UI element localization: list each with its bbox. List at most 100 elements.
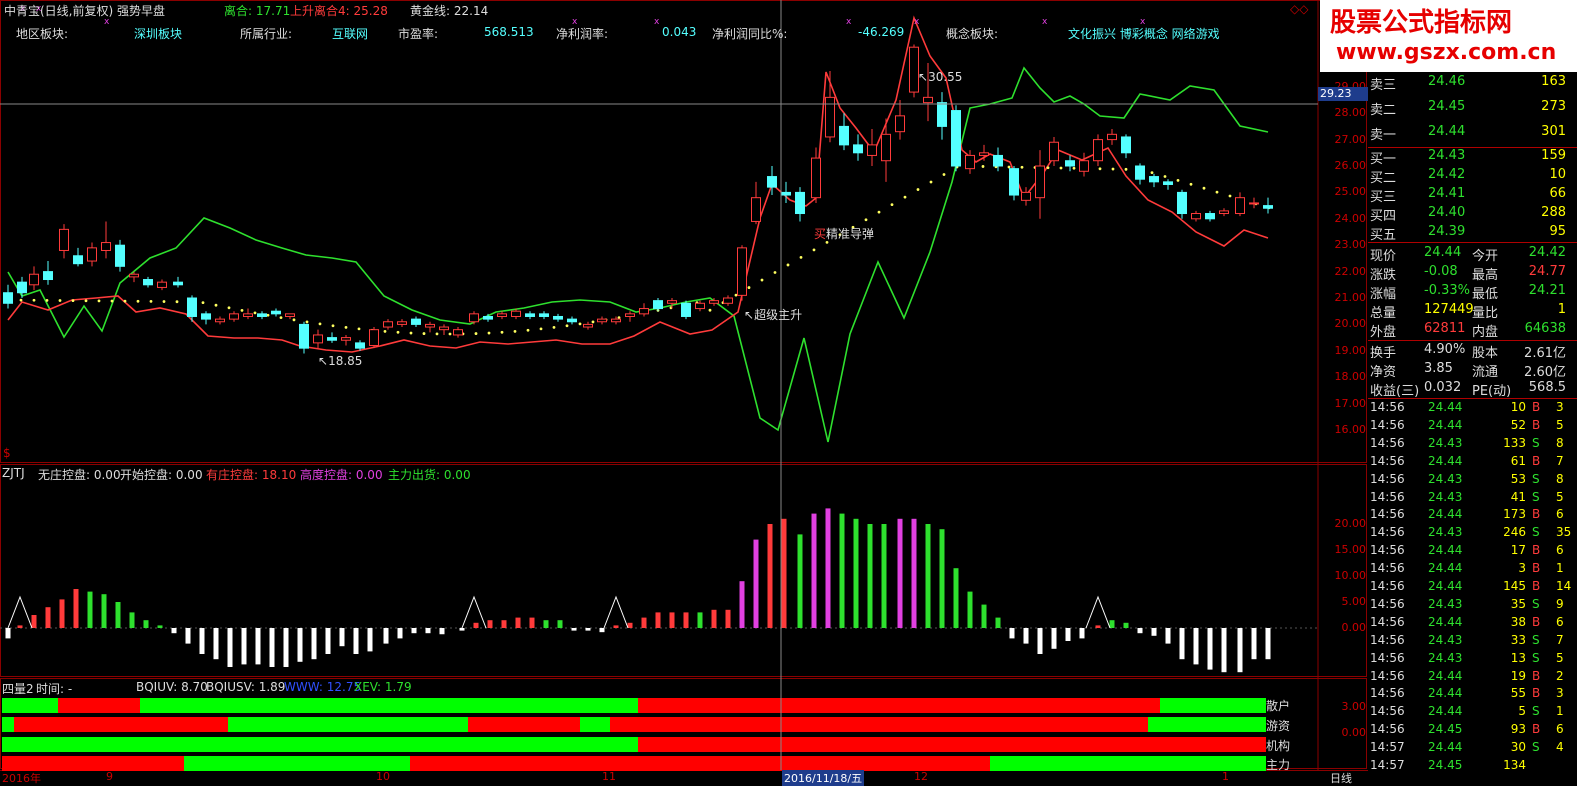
siliang-segment (638, 737, 1266, 752)
candle-body (597, 318, 607, 323)
tick-price: 24.43 (1428, 525, 1463, 540)
candle-body (625, 313, 635, 317)
row-label-sanhu: 散户 (1266, 699, 1291, 713)
ask-price: 24.44 (1428, 124, 1466, 139)
tick-price: 24.44 (1428, 453, 1463, 468)
candle-body (101, 242, 111, 251)
trend-dot (1189, 182, 1193, 186)
candle-body (993, 154, 1003, 167)
ask-row[interactable]: 卖三 24.46 163 (1368, 72, 1566, 93)
candle-body (539, 313, 549, 317)
ask-label: 卖二 (1370, 103, 1397, 118)
bid-price: 24.42 (1428, 167, 1466, 182)
zjtj-bar (641, 617, 647, 628)
candle-body (1135, 165, 1145, 180)
tick-volume: 52 (1510, 417, 1526, 432)
bid-row[interactable]: 买三 24.41 66 (1368, 184, 1566, 205)
zjtj-bar (283, 628, 289, 667)
xaxis-label-year: 2016年 (2, 772, 41, 785)
tick-count: 6 (1556, 614, 1564, 629)
zjtj-you: 有庄控盘: 18.10 (206, 468, 297, 482)
trend-dot (916, 188, 920, 191)
yaxis-tick: 19.00 (1334, 343, 1367, 357)
tick-volume: 41 (1510, 489, 1526, 504)
tick-side: S (1532, 740, 1540, 755)
zjtj-gaodu: 高度控盘: 0.00 (300, 468, 383, 482)
trend-dot (942, 173, 946, 176)
zjtj-bar (1137, 628, 1143, 634)
zjtj-bar (31, 615, 37, 628)
trend-dot (578, 322, 582, 326)
zjtj-bar (501, 620, 507, 628)
candle-body (187, 297, 197, 317)
yaxis-tick: 20.00 (1334, 517, 1367, 530)
trend-dot (136, 299, 140, 303)
stat-row: 涨跌 -0.08 最高 24.77 (1368, 262, 1566, 283)
trend-dot (799, 256, 803, 259)
candle-body (639, 308, 649, 315)
candle-body (667, 300, 677, 304)
zjtj-bar (1251, 628, 1257, 660)
zjtj-bar (1037, 628, 1043, 654)
candle-body (695, 302, 705, 310)
tick-row: 14:56 24.44 38 B 6 (1368, 614, 1577, 632)
stat-value: 4.90% (1424, 342, 1466, 357)
candle-body (425, 323, 435, 328)
tick-price: 24.43 (1428, 471, 1463, 486)
candle-body (129, 273, 139, 278)
bid-row[interactable]: 买二 24.42 10 (1368, 165, 1566, 186)
tick-volume: 134 (1503, 758, 1526, 772)
stat-value: 24.42 (1528, 245, 1566, 260)
stat-row: 涨幅 -0.33% 最低 24.21 (1368, 281, 1566, 302)
tick-row: 14:56 24.44 61 B 7 (1368, 453, 1577, 471)
trend-dot (513, 329, 517, 333)
triangle-marker (7, 595, 33, 629)
siliang-segment (228, 717, 468, 732)
trend-dot (1007, 165, 1011, 169)
candle-body (497, 313, 507, 317)
bid-row[interactable]: 买四 24.40 288 (1368, 203, 1566, 224)
candle-body (795, 191, 805, 215)
zjtj-name: ZJTJ (2, 466, 25, 480)
concept-value: 文化振兴 博彩概念 网络游戏 (1068, 27, 1220, 41)
triangle-marker (603, 595, 629, 629)
zjtj-bar (725, 609, 731, 628)
zjtj-bar (811, 513, 817, 628)
trend-dot (422, 332, 426, 335)
zjtj-bar (411, 628, 417, 634)
chart-canvas[interactable]: x xx x x x x x x (0, 0, 1368, 783)
zjtj-bar (1065, 628, 1071, 641)
ask-row[interactable]: 卖一 24.44 301 (1368, 122, 1566, 143)
npg-value: -46.269 (858, 25, 905, 39)
candle-body (1263, 205, 1273, 209)
period-button[interactable]: 日线 (1330, 770, 1352, 786)
candle-body (1107, 133, 1117, 141)
tick-time: 14:56 (1370, 722, 1405, 737)
zjtj-bar (981, 604, 987, 628)
trend-dot (331, 324, 335, 328)
window-control-icon[interactable]: ◇◇ (1290, 2, 1316, 16)
tick-side: B (1532, 722, 1541, 737)
bid-row[interactable]: 买五 24.39 95 (1368, 222, 1566, 243)
tick-volume: 3 (1518, 561, 1526, 576)
stat2-row: 换手 4.90% 股本 2.61亿 (1368, 340, 1566, 361)
yaxis-tick: 21.00 (1334, 291, 1367, 304)
candle-body (17, 281, 27, 294)
candle-body (257, 313, 267, 317)
tick-volume: 19 (1510, 668, 1526, 683)
tick-volume: 55 (1510, 686, 1526, 701)
yaxis-tick: 18.00 (1334, 370, 1367, 384)
tick-row: 14:56 24.43 33 S 7 (1368, 632, 1577, 650)
hint-arrow: ↖ (918, 70, 929, 84)
siliang-segment (184, 756, 410, 771)
stat2-row: 净资 3.85 流通 2.60亿 (1368, 359, 1566, 380)
ask-row[interactable]: 卖二 24.45 273 (1368, 97, 1566, 118)
trend-dot (409, 331, 413, 335)
stat-label: PE(动) (1472, 384, 1512, 399)
bid-row[interactable]: 买一 24.43 159 (1368, 146, 1566, 167)
zjtj-bar (473, 622, 479, 628)
candle-body (853, 144, 863, 154)
tick-count: 5 (1556, 489, 1564, 504)
zjtj-bar (439, 628, 445, 635)
zjtj-bar (367, 628, 373, 652)
